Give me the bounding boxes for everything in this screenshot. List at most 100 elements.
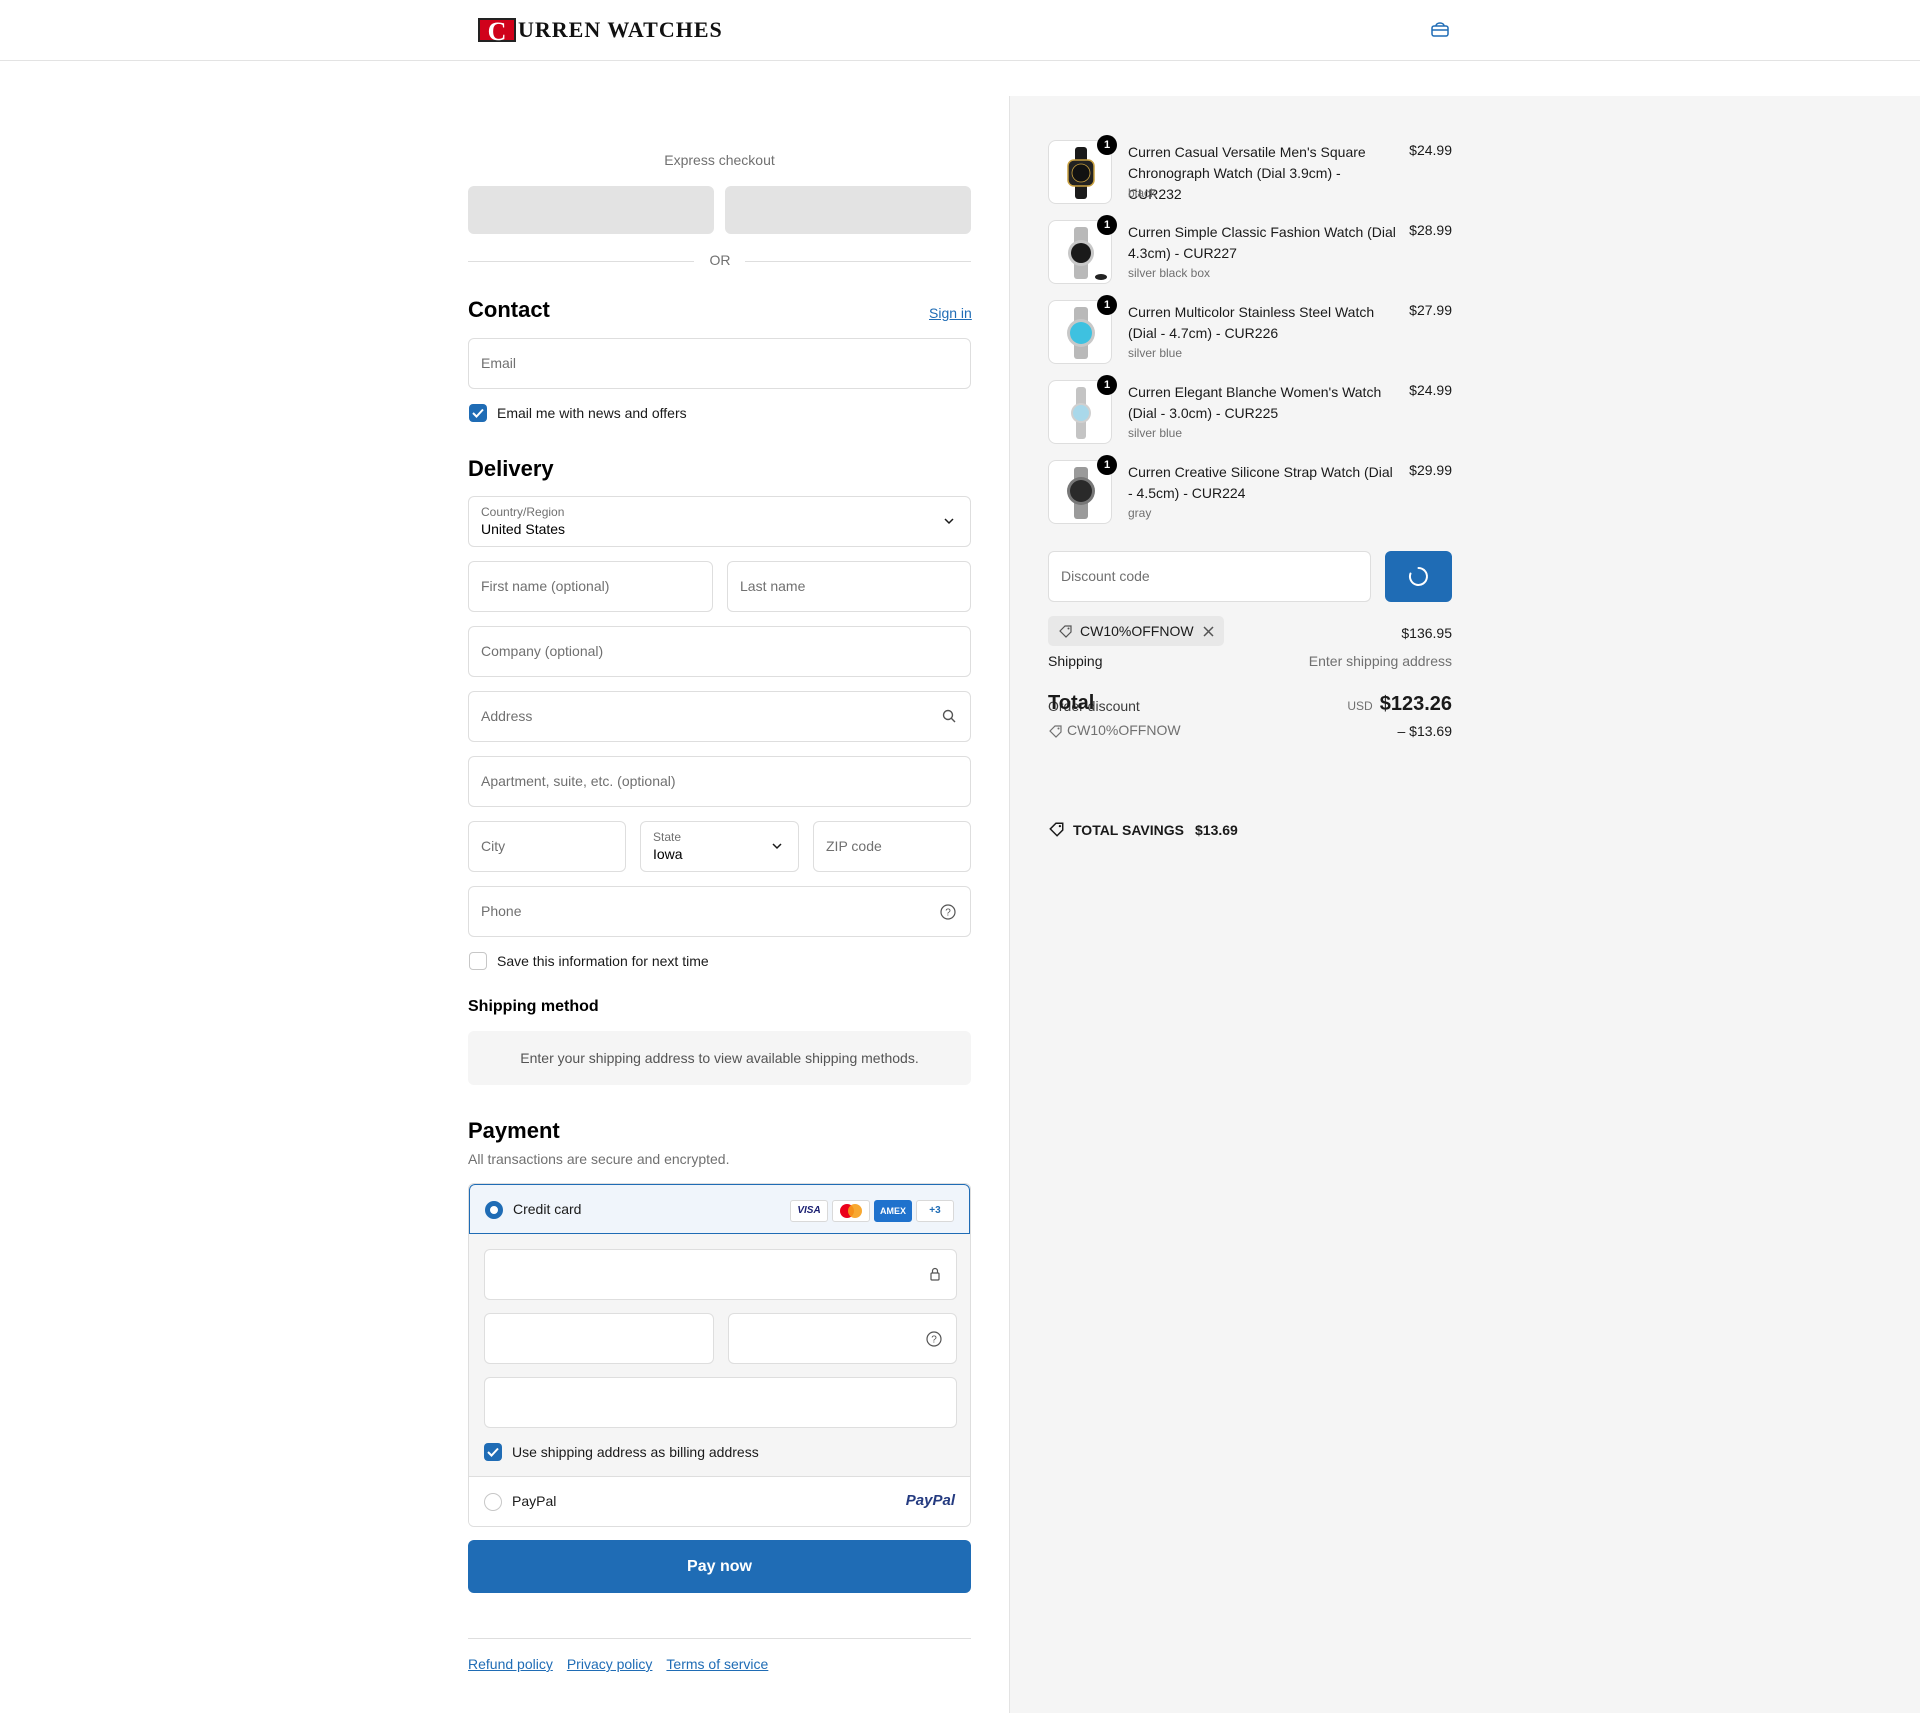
country-label: Country/Region bbox=[481, 505, 565, 519]
paypal-label: PayPal bbox=[512, 1493, 557, 1509]
card-number-field[interactable] bbox=[484, 1249, 957, 1300]
city-placeholder: City bbox=[481, 838, 506, 854]
sign-in-link[interactable]: Sign in bbox=[929, 305, 972, 321]
first-name-field[interactable]: First name (optional) bbox=[468, 561, 713, 612]
payment-subtitle: All transactions are secure and encrypte… bbox=[468, 1151, 730, 1167]
chevron-down-icon bbox=[944, 518, 954, 525]
refund-policy-link[interactable]: Refund policy bbox=[468, 1656, 553, 1672]
item-variant: silver blue bbox=[1128, 426, 1183, 440]
tag-icon bbox=[1049, 725, 1062, 738]
express-checkout-button-2[interactable] bbox=[725, 186, 971, 234]
discount-amount: – $13.69 bbox=[1397, 723, 1453, 739]
search-icon bbox=[942, 709, 956, 723]
paypal-logo: PayPal bbox=[905, 1492, 955, 1509]
phone-field[interactable]: Phone ? bbox=[468, 886, 971, 937]
apply-discount-button[interactable] bbox=[1385, 551, 1452, 602]
address-placeholder: Address bbox=[481, 708, 533, 724]
payment-heading: Payment bbox=[468, 1118, 560, 1143]
billing-address-checkbox[interactable] bbox=[484, 1443, 502, 1461]
pay-now-button[interactable]: Pay now bbox=[468, 1540, 971, 1593]
terms-of-service-link[interactable]: Terms of service bbox=[666, 1656, 768, 1672]
apartment-placeholder: Apartment, suite, etc. (optional) bbox=[481, 773, 676, 789]
item-name: Curren Casual Versatile Men's Square Chr… bbox=[1128, 144, 1366, 202]
company-field[interactable]: Company (optional) bbox=[468, 626, 971, 677]
zip-field[interactable]: ZIP code bbox=[813, 821, 971, 872]
total-amount: USD $123.26 bbox=[1347, 693, 1452, 716]
line-item: 1 Curren Casual Versatile Men's Square C… bbox=[1048, 135, 1452, 206]
item-variant: gray bbox=[1128, 506, 1152, 520]
applied-discount-chip: CW10%OFFNOW bbox=[1048, 616, 1224, 646]
currency-code: USD bbox=[1347, 699, 1373, 713]
email-field[interactable]: Email bbox=[468, 338, 971, 389]
phone-placeholder: Phone bbox=[481, 903, 522, 919]
billing-address-label: Use shipping address as billing address bbox=[512, 1444, 759, 1460]
quantity-badge: 1 bbox=[1097, 295, 1117, 315]
item-name: Curren Simple Classic Fashion Watch (Dia… bbox=[1128, 224, 1396, 261]
item-price: $24.99 bbox=[1409, 142, 1452, 158]
total-value: $123.26 bbox=[1379, 693, 1452, 715]
credit-card-option[interactable]: Credit card VISA AMEX +3 bbox=[469, 1184, 970, 1234]
credit-card-radio[interactable] bbox=[485, 1201, 503, 1219]
discount-code-line: CW10%OFFNOW bbox=[1067, 722, 1181, 738]
country-select[interactable]: Country/Region United States bbox=[468, 496, 971, 547]
address-field[interactable]: Address bbox=[468, 691, 971, 742]
state-select[interactable]: State Iowa bbox=[640, 821, 799, 872]
close-icon[interactable] bbox=[1202, 625, 1215, 638]
email-placeholder: Email bbox=[481, 355, 517, 371]
quantity-badge: 1 bbox=[1097, 215, 1117, 235]
save-info-label: Save this information for next time bbox=[497, 953, 709, 969]
expiration-field[interactable] bbox=[484, 1313, 714, 1364]
item-variant: silver black box bbox=[1128, 266, 1211, 280]
logo-wordmark: URREN WATCHES bbox=[518, 17, 723, 42]
security-code-field[interactable]: ? bbox=[728, 1313, 957, 1364]
quantity-badge: 1 bbox=[1097, 375, 1117, 395]
product-thumbnail: 1 bbox=[1048, 135, 1117, 204]
svg-text:?: ? bbox=[945, 908, 951, 919]
paypal-radio[interactable] bbox=[484, 1493, 502, 1511]
name-on-card-field[interactable] bbox=[484, 1377, 957, 1428]
shipping-value: Enter shipping address bbox=[1308, 653, 1452, 669]
apartment-field[interactable]: Apartment, suite, etc. (optional) bbox=[468, 756, 971, 807]
product-thumbnail: 1 bbox=[1048, 455, 1117, 524]
checkmark-icon bbox=[472, 408, 484, 418]
quantity-badge: 1 bbox=[1097, 135, 1117, 155]
help-icon[interactable]: ? bbox=[940, 904, 956, 920]
header-spacer bbox=[0, 61, 1920, 96]
shipping-method-heading: Shipping method bbox=[468, 998, 599, 1015]
discount-code-field[interactable]: Discount code bbox=[1048, 551, 1371, 602]
delivery-heading: Delivery bbox=[468, 456, 554, 481]
country-value: United States bbox=[481, 521, 566, 537]
line-item: 1 Curren Simple Classic Fashion Watch (D… bbox=[1048, 215, 1452, 286]
subtotal-value: $136.95 bbox=[1401, 625, 1452, 641]
paypal-option[interactable]: PayPal PayPal bbox=[469, 1477, 970, 1526]
last-name-field[interactable]: Last name bbox=[727, 561, 971, 612]
last-name-placeholder: Last name bbox=[740, 578, 806, 594]
newsletter-label: Email me with news and offers bbox=[497, 405, 687, 421]
line-item: 1 Curren Elegant Blanche Women's Watch (… bbox=[1048, 375, 1452, 446]
more-cards-badge: +3 bbox=[916, 1200, 954, 1222]
shopping-bag-icon[interactable] bbox=[1430, 20, 1450, 40]
item-name: Curren Creative Silicone Strap Watch (Di… bbox=[1128, 464, 1393, 501]
city-field[interactable]: City bbox=[468, 821, 626, 872]
product-thumbnail: 1 bbox=[1048, 295, 1117, 364]
item-name: Curren Multicolor Stainless Steel Watch … bbox=[1128, 304, 1375, 341]
item-price: $27.99 bbox=[1409, 302, 1452, 318]
total-savings-value: $13.69 bbox=[1195, 822, 1238, 838]
newsletter-checkbox[interactable] bbox=[469, 404, 487, 422]
line-item: 1 Curren Multicolor Stainless Steel Watc… bbox=[1048, 295, 1452, 366]
svg-text:?: ? bbox=[931, 1335, 937, 1346]
store-logo[interactable]: C URREN WATCHES bbox=[478, 17, 723, 45]
item-price: $24.99 bbox=[1409, 382, 1452, 398]
express-checkout-title: Express checkout bbox=[664, 152, 775, 168]
divider-left bbox=[468, 261, 694, 262]
tag-icon bbox=[1059, 625, 1072, 638]
product-thumbnail: 1 bbox=[1048, 375, 1117, 444]
spinner-icon bbox=[1408, 567, 1428, 586]
zip-placeholder: ZIP code bbox=[826, 838, 882, 854]
help-icon[interactable]: ? bbox=[926, 1331, 942, 1347]
save-info-checkbox[interactable] bbox=[469, 952, 487, 970]
express-checkout-button-1[interactable] bbox=[468, 186, 714, 234]
privacy-policy-link[interactable]: Privacy policy bbox=[567, 1656, 653, 1672]
footer-links: Refund policy Privacy policy Terms of se… bbox=[468, 1656, 768, 1672]
item-name: Curren Elegant Blanche Women's Watch (Di… bbox=[1128, 384, 1382, 421]
